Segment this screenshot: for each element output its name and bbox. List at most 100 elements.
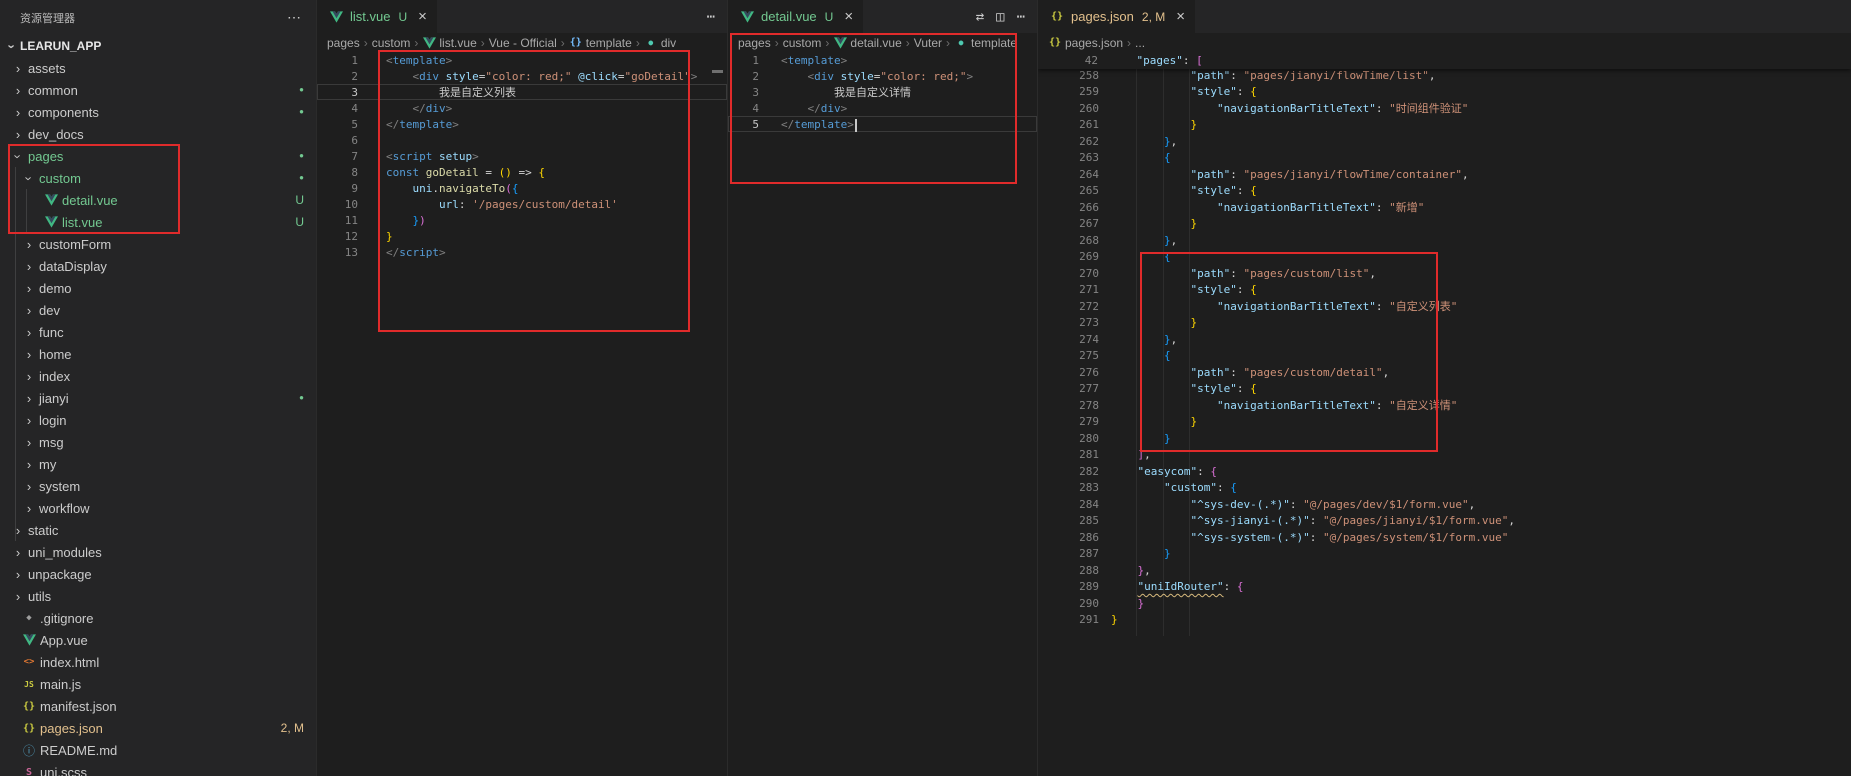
code-line-5[interactable]: 5</template> (728, 116, 1037, 132)
code-line-5[interactable]: 5</template> (317, 116, 727, 132)
tree-folder-static[interactable]: ›static (0, 519, 316, 541)
code-line-277[interactable]: 277 "style": { (1038, 380, 1851, 397)
open-changes-icon[interactable]: ⇄ (976, 9, 984, 25)
breadcrumb[interactable]: pages›custom›list.vue›Vue - Official›{}t… (317, 33, 727, 52)
code-line-2[interactable]: 2 <div style="color: red;"> (728, 68, 1037, 84)
breadcrumb[interactable]: {}pages.json›... (1038, 33, 1851, 52)
breadcrumb-item-pages[interactable]: pages (327, 36, 360, 50)
breadcrumb[interactable]: pages›custom›detail.vue›Vuter›●template (728, 33, 1037, 52)
code-area[interactable]: 1<template>2 <div style="color: red;" @c… (317, 52, 727, 776)
code-line-3[interactable]: 3 我是自定义详情 (728, 84, 1037, 100)
code-line-4[interactable]: 4 </div> (728, 100, 1037, 116)
code-line-285[interactable]: 285 "^sys-jianyi-(.*)": "@/pages/jianyi/… (1038, 512, 1851, 529)
code-line-274[interactable]: 274 }, (1038, 331, 1851, 348)
code-line-263[interactable]: 263 { (1038, 149, 1851, 166)
code-area[interactable]: 257 {258 "path": "pages/jianyi/flowTime/… (1038, 52, 1851, 776)
breadcrumb-item-custom[interactable]: custom (783, 36, 822, 50)
tree-file-.gitignore[interactable]: ◆.gitignore (0, 607, 316, 629)
code-line-7[interactable]: 7<script setup> (317, 148, 727, 164)
code-line-269[interactable]: 269 { (1038, 248, 1851, 265)
code-line-283[interactable]: 283 "custom": { (1038, 479, 1851, 496)
tree-file-detail.vue[interactable]: detail.vueU (0, 189, 316, 211)
breadcrumb-item-...[interactable]: ... (1135, 36, 1145, 50)
tree-folder-login[interactable]: ›login (0, 409, 316, 431)
tree-folder-index[interactable]: ›index (0, 365, 316, 387)
code-line-13[interactable]: 13</script> (317, 244, 727, 260)
tree-folder-custom[interactable]: ›custom● (0, 167, 316, 189)
code-line-10[interactable]: 10 url: '/pages/custom/detail' (317, 196, 727, 212)
code-line-282[interactable]: 282 "easycom": { (1038, 463, 1851, 480)
tree-folder-home[interactable]: ›home (0, 343, 316, 365)
code-line-271[interactable]: 271 "style": { (1038, 281, 1851, 298)
code-line-265[interactable]: 265 "style": { (1038, 182, 1851, 199)
tree-folder-uni_modules[interactable]: ›uni_modules (0, 541, 316, 563)
code-line-273[interactable]: 273 } (1038, 314, 1851, 331)
code-line-261[interactable]: 261 } (1038, 116, 1851, 133)
tree-folder-jianyi[interactable]: ›jianyi● (0, 387, 316, 409)
tree-folder-dev_docs[interactable]: ›dev_docs (0, 123, 316, 145)
code-line-264[interactable]: 264 "path": "pages/jianyi/flowTime/conta… (1038, 166, 1851, 183)
breadcrumb-item-div[interactable]: ●div (644, 36, 676, 50)
tree-folder-unpackage[interactable]: ›unpackage (0, 563, 316, 585)
breadcrumb-item-template[interactable]: ●template (954, 36, 1017, 50)
code-line-268[interactable]: 268 }, (1038, 232, 1851, 249)
tree-file-index.html[interactable]: <>index.html (0, 651, 316, 673)
close-icon[interactable]: × (1176, 9, 1185, 24)
breadcrumb-item-pages[interactable]: pages (738, 36, 771, 50)
tree-folder-dev[interactable]: ›dev (0, 299, 316, 321)
code-line-8[interactable]: 8const goDetail = () => { (317, 164, 727, 180)
tree-folder-components[interactable]: ›components● (0, 101, 316, 123)
code-line-270[interactable]: 270 "path": "pages/custom/list", (1038, 265, 1851, 282)
tree-file-uni.scss[interactable]: Suni.scss (0, 761, 316, 776)
tree-file-list.vue[interactable]: list.vueU (0, 211, 316, 233)
more-actions-icon[interactable]: ⋯ (707, 9, 715, 25)
breadcrumb-item-template[interactable]: {}template (569, 36, 632, 50)
code-line-286[interactable]: 286 "^sys-system-(.*)": "@/pages/system/… (1038, 529, 1851, 546)
tree-folder-workflow[interactable]: ›workflow (0, 497, 316, 519)
code-line-1[interactable]: 1<template> (317, 52, 727, 68)
project-root[interactable]: › LEARUN_APP (0, 35, 316, 57)
tree-folder-demo[interactable]: ›demo (0, 277, 316, 299)
code-line-290[interactable]: 290 } (1038, 595, 1851, 612)
tree-file-manifest.json[interactable]: {}manifest.json (0, 695, 316, 717)
code-line-289[interactable]: 289 "uniIdRouter": { (1038, 578, 1851, 595)
sticky-scroll-line[interactable]: 42 "pages": [ (1038, 52, 1851, 69)
code-line-9[interactable]: 9 uni.navigateTo({ (317, 180, 727, 196)
tree-folder-dataDisplay[interactable]: ›dataDisplay (0, 255, 316, 277)
code-line-287[interactable]: 287 } (1038, 545, 1851, 562)
code-line-275[interactable]: 275 { (1038, 347, 1851, 364)
code-line-3[interactable]: 3 我是自定义列表 (317, 84, 727, 100)
code-line-278[interactable]: 278 "navigationBarTitleText": "自定义详情" (1038, 397, 1851, 414)
tree-folder-func[interactable]: ›func (0, 321, 316, 343)
more-actions-icon[interactable]: ⋯ (1017, 9, 1025, 25)
code-line-262[interactable]: 262 }, (1038, 133, 1851, 150)
code-line-260[interactable]: 260 "navigationBarTitleText": "时间组件验证" (1038, 100, 1851, 117)
code-line-281[interactable]: 281 ], (1038, 446, 1851, 463)
close-icon[interactable]: × (844, 9, 853, 24)
tree-folder-msg[interactable]: ›msg (0, 431, 316, 453)
more-actions-icon[interactable]: ⋯ (287, 9, 302, 26)
code-line-276[interactable]: 276 "path": "pages/custom/detail", (1038, 364, 1851, 381)
code-line-291[interactable]: 291} (1038, 611, 1851, 628)
tree-file-README.md[interactable]: ⓘREADME.md (0, 739, 316, 761)
breadcrumb-item-Vue - Official[interactable]: Vue - Official (489, 36, 557, 50)
code-line-280[interactable]: 280 } (1038, 430, 1851, 447)
breadcrumb-item-Vuter[interactable]: Vuter (914, 36, 942, 50)
tree-folder-utils[interactable]: ›utils (0, 585, 316, 607)
tab-pages.json[interactable]: {}pages.json2, M× (1038, 0, 1196, 33)
tree-folder-assets[interactable]: ›assets (0, 57, 316, 79)
tree-folder-common[interactable]: ›common● (0, 79, 316, 101)
code-line-279[interactable]: 279 } (1038, 413, 1851, 430)
tab-list.vue[interactable]: list.vueU× (317, 0, 438, 33)
breadcrumb-item-custom[interactable]: custom (372, 36, 411, 50)
tree-file-App.vue[interactable]: App.vue (0, 629, 316, 651)
tree-folder-customForm[interactable]: ›customForm (0, 233, 316, 255)
code-line-267[interactable]: 267 } (1038, 215, 1851, 232)
code-line-6[interactable]: 6 (317, 132, 727, 148)
tree-file-main.js[interactable]: JSmain.js (0, 673, 316, 695)
code-line-259[interactable]: 259 "style": { (1038, 83, 1851, 100)
breadcrumb-item-pages.json[interactable]: {}pages.json (1048, 36, 1123, 50)
tab-detail.vue[interactable]: detail.vueU× (728, 0, 864, 33)
code-area[interactable]: 1<template>2 <div style="color: red;">3 … (728, 52, 1037, 776)
code-line-272[interactable]: 272 "navigationBarTitleText": "自定义列表" (1038, 298, 1851, 315)
